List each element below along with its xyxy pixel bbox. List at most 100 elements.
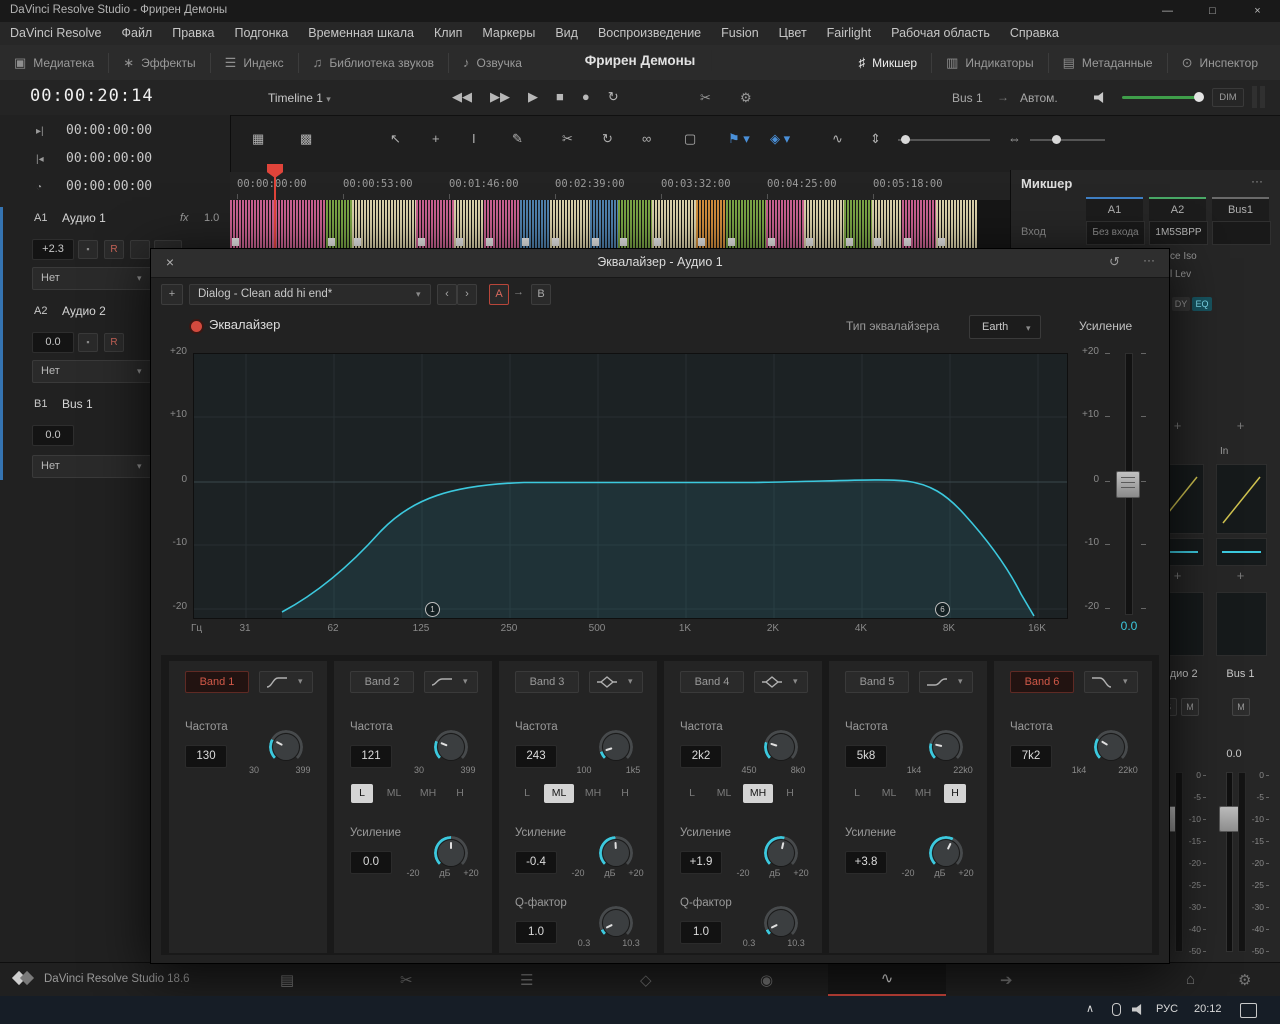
mixer-input-a1[interactable]: Без входа [1086,221,1145,245]
band-3-enable-button[interactable]: Band 3 [515,671,579,693]
fader-handle[interactable] [1219,806,1240,832]
tray-expand-icon[interactable]: ∧ [1086,1002,1094,1015]
track-input-select[interactable]: Нет ▾ [32,267,152,290]
scroll-slider[interactable] [1030,139,1105,141]
track-name[interactable]: Аудио 1 [62,211,106,225]
audio-clip-segment[interactable] [520,200,550,248]
page-fairlight-active[interactable]: ∿ [828,963,946,997]
rewind-button[interactable]: ◀◀ [452,89,472,105]
ab-arrow-icon[interactable]: → [513,286,524,298]
band-gain-value[interactable]: -0.4 [515,851,557,874]
track-view-icon[interactable]: ▦ [252,131,264,147]
audio-clip-segment[interactable] [590,200,618,248]
snap-icon[interactable]: ▢ [684,131,696,147]
audio-clip-segment[interactable] [484,200,520,248]
clip-view-icon[interactable]: ▩ [300,131,312,147]
band-range-h-button[interactable]: H [614,784,636,803]
dialog-options-icon[interactable]: ··· [1143,253,1155,267]
mixer-slot-dial-lev[interactable]: l Lev [1170,269,1191,280]
output-gain-value[interactable]: 0.0 [1111,619,1147,633]
band-handle-marker-1[interactable]: 1 [425,602,440,617]
mixer-input-bus1[interactable] [1212,221,1271,245]
toolbar-right-0[interactable]: ♯Микшер [845,55,931,70]
band-range-mh-button[interactable]: MH [908,784,938,803]
band-gain-knob[interactable] [767,839,795,867]
track-name[interactable]: Bus 1 [62,397,93,411]
loop-button[interactable]: ↻ [608,89,619,105]
track-height-icon[interactable]: ⇕ [870,131,881,147]
edit-range-icon[interactable]: I [472,131,476,146]
band-range-mh-button[interactable]: MH [578,784,608,803]
band-handle-marker-6[interactable]: 6 [935,602,950,617]
mute-button[interactable]: M [1181,698,1199,716]
menu-item-7[interactable]: Вид [545,22,588,45]
cut-icon[interactable]: ✂ [562,131,573,147]
band-range-ml-button[interactable]: ML [709,784,739,803]
fast-forward-button[interactable]: ▶▶ [490,89,510,105]
band-range-l-button[interactable]: L [681,784,703,803]
monitor-volume-slider[interactable] [1122,96,1200,99]
output-gain-handle[interactable] [1116,471,1140,498]
track-name[interactable]: Аудио 2 [62,304,106,318]
menu-item-13[interactable]: Справка [1000,22,1069,45]
audio-clip-segment[interactable] [618,200,652,248]
audio-clip-segment[interactable] [726,200,766,248]
mixer-slot-voice-iso[interactable]: ce Iso [1170,251,1197,262]
band-5-enable-button[interactable]: Band 5 [845,671,909,693]
band-freq-knob[interactable] [602,733,630,761]
band-gain-knob[interactable] [602,839,630,867]
color-page-icon[interactable]: ◉ [760,971,773,989]
strip-pan-thumbnail[interactable] [1216,592,1267,656]
deliver-page-icon[interactable]: ➔ [1000,971,1013,989]
band-freq-knob[interactable] [272,733,300,761]
audio-clip-segment[interactable] [326,200,352,248]
cut-page-icon[interactable]: ✂ [400,971,413,989]
eq-type-select[interactable]: Earth ▾ [969,315,1041,339]
menu-item-12[interactable]: Рабочая область [881,22,1000,45]
mixer-options-icon[interactable]: ··· [1251,174,1263,188]
project-home-icon[interactable]: ⌂ [1186,971,1195,988]
band-range-mh-button[interactable]: MH [743,784,773,803]
pointer-tool-icon[interactable]: ↖ [390,131,401,147]
mixer-input-a2[interactable]: 1M5SBPP [1149,221,1208,245]
mixer-tab-a2[interactable]: A2 [1149,197,1206,221]
menu-item-2[interactable]: Правка [162,22,224,45]
band-range-l-button[interactable]: L [516,784,538,803]
audio-clip-segment[interactable] [844,200,872,248]
audio-clip-segment[interactable] [550,200,590,248]
toolbar-left-3[interactable]: ♫Библиотека звуков [299,55,448,70]
preset-select[interactable]: Dialog - Clean add hi end* ▾ [189,284,431,305]
band-2-shape-select[interactable]: ▾ [424,671,478,693]
volume-slider-handle[interactable] [1194,92,1204,102]
tray-language[interactable]: РУС [1156,1003,1178,1015]
band-1-shape-select[interactable]: ▾ [259,671,313,693]
maximize-button[interactable]: □ [1190,0,1235,22]
in-timecode[interactable]: 00:00:00:00 [66,123,152,138]
fader-track[interactable] [1226,772,1233,952]
band-freq-value[interactable]: 2k2 [680,745,722,768]
strip-eq-thumbnail[interactable] [1216,464,1267,534]
band-range-l-button[interactable]: L [846,784,868,803]
band-gain-knob[interactable] [437,839,465,867]
band-range-mh-button[interactable]: MH [413,784,443,803]
band-gain-value[interactable]: +3.8 [845,851,887,874]
band-gain-knob[interactable] [932,839,960,867]
band-freq-knob[interactable] [767,733,795,761]
stop-button[interactable]: ■ [556,89,564,105]
band-range-ml-button[interactable]: ML [379,784,409,803]
auto-cut-icon[interactable]: ✂ [700,90,711,106]
band-q-value[interactable]: 1.0 [515,921,557,944]
timeline-ruler[interactable]: 00:00:00:0000:00:53:0000:01:46:0000:02:3… [230,172,1010,201]
band-1-enable-button[interactable]: Band 1 [185,671,249,693]
eq-response-graph[interactable] [193,353,1068,619]
menu-item-3[interactable]: Подгонка [224,22,298,45]
eq-badge[interactable]: EQ [1192,297,1212,311]
audio-clip-segment[interactable] [652,200,696,248]
menu-item-1[interactable]: Файл [111,22,162,45]
menu-item-9[interactable]: Fusion [711,22,769,45]
prev-preset-button[interactable]: ‹ [437,284,457,305]
minimize-button[interactable]: — [1145,0,1190,22]
toolbar-left-0[interactable]: ▣Медиатека [0,55,108,71]
audio-clip-segment[interactable] [872,200,902,248]
track-option-button[interactable] [130,240,150,259]
